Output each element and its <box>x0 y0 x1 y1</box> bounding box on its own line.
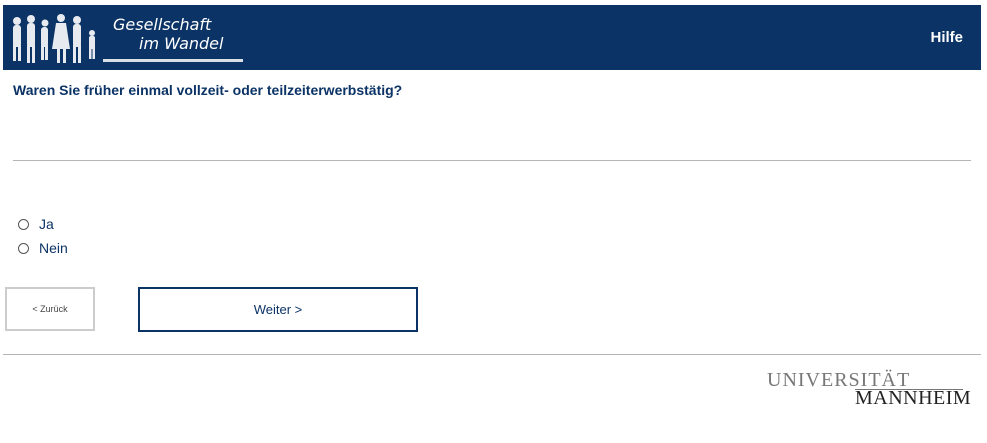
site-logo-text: Gesellschaft im Wandel <box>113 15 223 53</box>
question-text: Waren Sie früher einmal vollzeit- oder t… <box>13 82 403 98</box>
option-label: Nein <box>39 240 68 256</box>
people-silhouettes-logo <box>13 14 95 63</box>
back-button[interactable]: < Zurück <box>5 287 95 331</box>
footer-divider <box>3 354 981 355</box>
header-banner: Gesellschaft im Wandel Hilfe <box>3 5 981 70</box>
answer-options: Ja Nein <box>18 212 68 260</box>
logo-underline <box>103 59 243 62</box>
radio-button[interactable] <box>18 218 29 230</box>
option-ja[interactable]: Ja <box>18 212 68 236</box>
university-logo-line-2: MANNHEIM <box>855 387 972 409</box>
radio-button[interactable] <box>18 242 29 254</box>
next-button[interactable]: Weiter > <box>138 287 418 332</box>
divider <box>13 160 971 161</box>
option-label: Ja <box>39 216 54 232</box>
university-logo: UNIVERSITÄT MANNHEIM <box>767 369 971 409</box>
logo-line-2: im Wandel <box>139 34 224 53</box>
option-nein[interactable]: Nein <box>18 236 68 260</box>
help-link[interactable]: Hilfe <box>930 29 963 46</box>
logo-line-1: Gesellschaft <box>113 15 212 34</box>
